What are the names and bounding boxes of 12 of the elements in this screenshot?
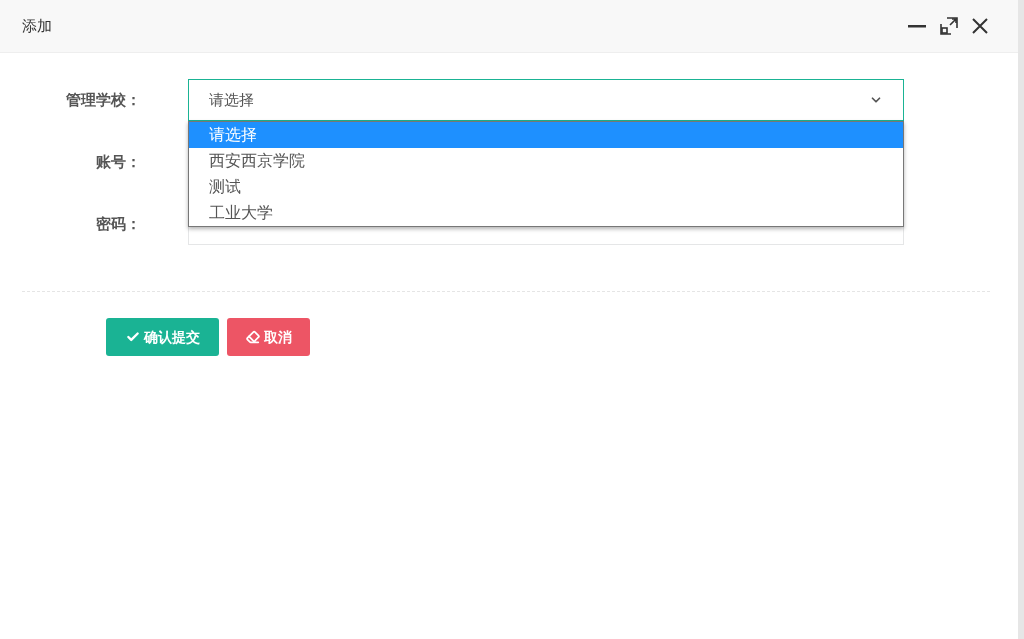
maximize-icon[interactable] [940,17,958,35]
school-select[interactable]: 请选择 [188,79,904,121]
field-label: 管理学校： [65,89,142,111]
eraser-icon [245,330,260,344]
close-icon[interactable] [972,18,988,34]
dialog-title: 添加 [22,15,52,37]
field-label: 密码： [95,213,142,235]
dropdown-option[interactable]: 测试 [189,174,903,200]
dropdown-option[interactable]: 工业大学 [189,200,903,226]
field-label: 账号： [95,151,142,173]
check-icon [125,330,140,344]
dropdown-option[interactable]: 西安西京学院 [189,148,903,174]
